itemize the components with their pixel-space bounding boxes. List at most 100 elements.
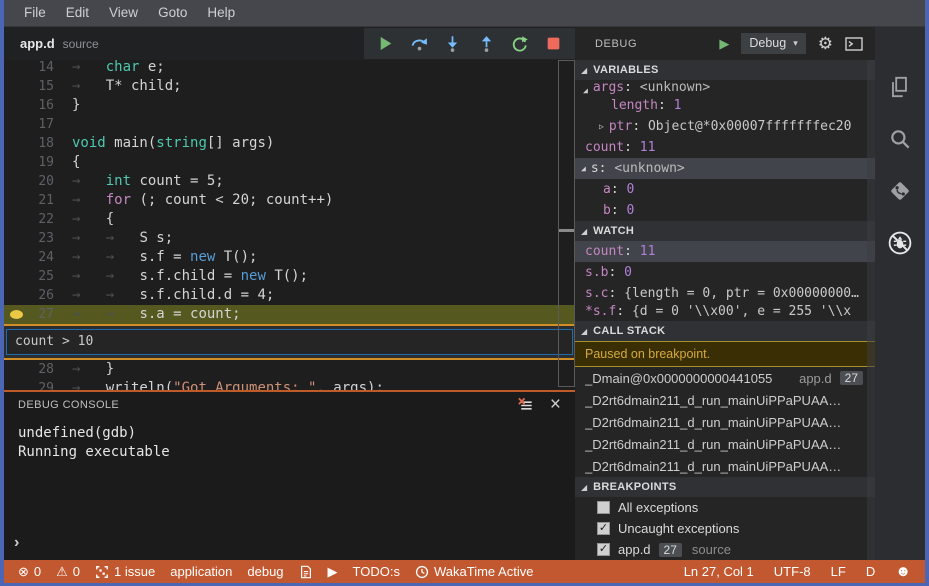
code-line-15[interactable]: 15 → T* child; <box>4 77 575 96</box>
editor-tab-appd[interactable]: app.d source <box>4 27 115 60</box>
code-line-17[interactable]: 17 <box>4 115 575 134</box>
section-header-watch[interactable]: ◢ WATCH <box>575 221 875 241</box>
editor-gutter[interactable]: 19 <box>4 153 62 172</box>
breakpoint-condition-input[interactable]: count > 10 <box>6 329 573 355</box>
watch-row[interactable]: s.c: {length = 0, ptr = 0x00000000… <box>575 283 875 304</box>
scrollbar-thumb[interactable] <box>559 229 574 232</box>
watch-row[interactable]: s.b: 0 <box>575 262 875 283</box>
code-line-20[interactable]: 20 → int count = 5; <box>4 172 575 191</box>
status-item-feedback-smiley[interactable]: ☻ <box>895 564 911 579</box>
editor-scrollbar[interactable] <box>558 60 575 387</box>
debug-disabled-icon[interactable] <box>885 228 915 258</box>
section-header-breakpoints[interactable]: ◢ BREAKPOINTS <box>575 477 875 497</box>
menu-item-help[interactable]: Help <box>197 0 245 26</box>
section-header-callstack[interactable]: ◢ CALL STACK <box>575 321 875 341</box>
status-item-encoding[interactable]: UTF-8 <box>774 564 811 579</box>
variable-row[interactable]: length: 1 <box>575 95 875 116</box>
menu-item-goto[interactable]: Goto <box>148 0 197 26</box>
code-line-14[interactable]: 14 → char e; <box>4 60 575 77</box>
restart-button[interactable] <box>508 32 532 56</box>
code-line-21[interactable]: 21 → for (; count < 20; count++) <box>4 191 575 210</box>
files-icon[interactable] <box>885 72 915 102</box>
editor-gutter[interactable]: 27 <box>4 305 62 324</box>
code-line-23[interactable]: 23 → → S s; <box>4 229 575 248</box>
editor-gutter[interactable]: 15 <box>4 77 62 96</box>
code-editor[interactable]: 14 → char e; 15 → T* child; 16} 17 18 void main… <box>4 60 575 390</box>
status-item-report-icon[interactable] <box>299 565 313 579</box>
variable-row[interactable]: ◢ args: <unknown> <box>575 80 875 95</box>
status-item-status-wakatime[interactable]: WakaTime Active <box>415 564 533 579</box>
callstack-frame[interactable]: _D2rt6dmain211_d_run_mainUiPPaPUAA… <box>575 389 875 411</box>
debug-config-dropdown[interactable]: Debug ▾ <box>741 33 806 54</box>
watch-row[interactable]: count: 11 <box>575 241 875 262</box>
editor-gutter[interactable]: 24 <box>4 248 62 267</box>
section-header-variables[interactable]: ◢ VARIABLES <box>575 60 875 80</box>
code-line-27[interactable]: 27 → → s.a = count; <box>4 305 575 324</box>
breakpoint-item[interactable]: All exceptions <box>575 497 875 518</box>
code-line-24[interactable]: 24 → → s.f = new T(); <box>4 248 575 267</box>
status-item-cursor-position[interactable]: Ln 27, Col 1 <box>684 564 754 579</box>
editor-gutter[interactable]: 28 <box>4 360 62 379</box>
editor-gutter[interactable]: 18 <box>4 134 62 153</box>
gear-icon[interactable]: ⚙ <box>818 34 833 54</box>
editor-gutter[interactable]: 29 <box>4 379 62 390</box>
stop-button[interactable] <box>541 32 565 56</box>
status-item-status-todos[interactable]: TODO:s <box>353 564 400 579</box>
code-line-29[interactable]: 29 → writeln("Got Arguments: ", args); <box>4 379 575 390</box>
breakpoint-item[interactable]: ✓ Uncaught exceptions <box>575 518 875 539</box>
status-item-language-mode[interactable]: D <box>866 564 875 579</box>
callstack-frame[interactable]: _D2rt6dmain211_d_run_mainUiPPaPUAA… <box>575 455 875 477</box>
code-line-19[interactable]: 19 { <box>4 153 575 172</box>
code-line-26[interactable]: 26 → → s.f.child.d = 4; <box>4 286 575 305</box>
code-line-16[interactable]: 16} <box>4 96 575 115</box>
breakpoint-item[interactable]: ✓ app.d 27 source <box>575 539 875 560</box>
status-item-warning-count[interactable]: ⚠ 0 <box>56 564 80 579</box>
code-line-25[interactable]: 25 → → s.f.child = new T(); <box>4 267 575 286</box>
step-over-button[interactable] <box>407 32 431 56</box>
breakpoint-gutter[interactable] <box>4 305 28 325</box>
editor-gutter[interactable]: 22 <box>4 210 62 229</box>
status-item-status-debug[interactable]: debug <box>247 564 283 579</box>
menu-item-view[interactable]: View <box>99 0 148 26</box>
breakpoint-dot[interactable] <box>9 309 23 319</box>
editor-gutter[interactable]: 25 <box>4 267 62 286</box>
variable-row[interactable]: b: 0 <box>575 200 875 221</box>
menu-item-file[interactable]: File <box>14 0 56 26</box>
open-console-icon[interactable] <box>845 36 863 51</box>
editor-gutter[interactable]: 20 <box>4 172 62 191</box>
menu-item-edit[interactable]: Edit <box>56 0 99 26</box>
breakpoint-checkbox[interactable] <box>597 501 610 514</box>
continue-button[interactable] <box>374 32 398 56</box>
editor-gutter[interactable]: 21 <box>4 191 62 210</box>
start-debug-icon[interactable]: ▶ <box>719 36 729 52</box>
clear-console-icon[interactable] <box>517 397 534 414</box>
callstack-frame[interactable]: _D2rt6dmain211_d_run_mainUiPPaPUAA… <box>575 411 875 433</box>
editor-gutter[interactable]: 14 <box>4 60 62 77</box>
breakpoint-checkbox[interactable]: ✓ <box>597 522 610 535</box>
variable-row[interactable]: ◢ s: <unknown> <box>575 158 875 179</box>
status-item-eol[interactable]: LF <box>831 564 846 579</box>
step-into-button[interactable] <box>441 32 465 56</box>
code-line-22[interactable]: 22 → { <box>4 210 575 229</box>
callstack-frame[interactable]: _D2rt6dmain211_d_run_mainUiPPaPUAA… <box>575 433 875 455</box>
status-item-status-application[interactable]: application <box>170 564 232 579</box>
status-item-run-icon[interactable]: ▶ <box>328 565 338 578</box>
close-icon[interactable]: × <box>550 395 561 414</box>
search-icon[interactable] <box>885 124 915 154</box>
console-prompt-icon[interactable]: › <box>14 534 19 552</box>
editor-gutter[interactable]: 26 <box>4 286 62 305</box>
breakpoint-checkbox[interactable]: ✓ <box>597 543 610 556</box>
variable-row[interactable]: count: 11 <box>575 137 875 158</box>
code-line-28[interactable]: 28 → } <box>4 360 575 379</box>
variable-row[interactable]: a: 0 <box>575 179 875 200</box>
callstack-frame[interactable]: _Dmain@0x0000000000441055 app.d 27 <box>575 367 875 389</box>
panel-scrollbar[interactable] <box>867 60 875 560</box>
watch-row[interactable]: *s.f: {d = 0 '\\x00', e = 255 '\\x <box>575 304 875 321</box>
editor-gutter[interactable]: 16 <box>4 96 62 115</box>
editor-gutter[interactable]: 23 <box>4 229 62 248</box>
code-line-18[interactable]: 18 void main(string[] args) <box>4 134 575 153</box>
status-item-issues-indicator[interactable]: 1 issue <box>95 564 155 579</box>
editor-gutter[interactable]: 17 <box>4 115 62 134</box>
step-out-button[interactable] <box>474 32 498 56</box>
status-item-error-count[interactable]: ⊗ 0 <box>18 564 41 579</box>
